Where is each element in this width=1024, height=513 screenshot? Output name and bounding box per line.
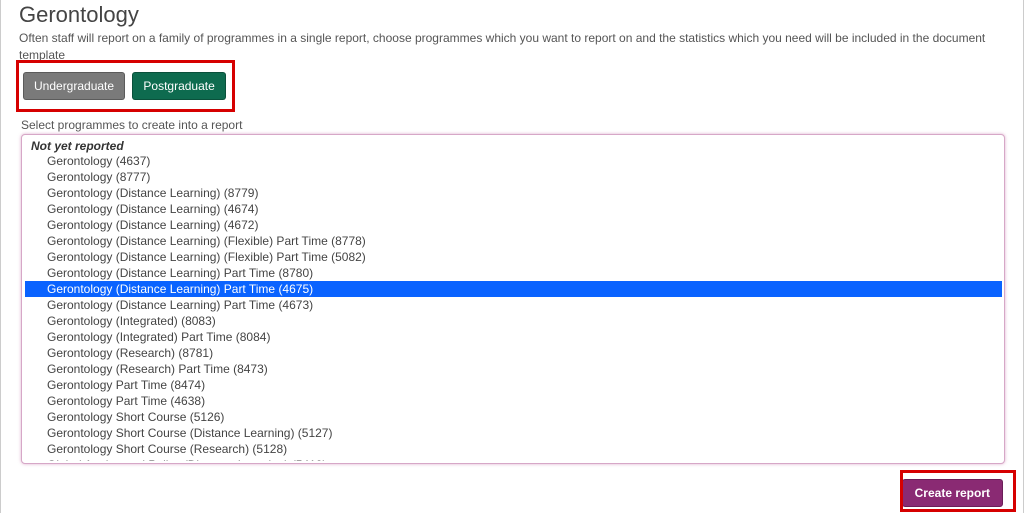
postgraduate-button[interactable]: Postgraduate bbox=[132, 72, 225, 100]
programme-option[interactable]: Gerontology (Distance Learning) (8779) bbox=[25, 185, 1002, 201]
programme-option[interactable]: Gerontology (Distance Learning) (Flexibl… bbox=[25, 249, 1002, 265]
programme-option[interactable]: Global Ageing and Policy (Distance Learn… bbox=[25, 457, 1002, 461]
programme-option[interactable]: Gerontology (Integrated) Part Time (8084… bbox=[25, 329, 1002, 345]
programme-option[interactable]: Gerontology (Integrated) (8083) bbox=[25, 313, 1002, 329]
page-title: Gerontology bbox=[19, 0, 1005, 28]
programme-listbox-scroll[interactable]: Not yet reported Gerontology (4637)Geron… bbox=[25, 137, 1002, 461]
programme-option[interactable]: Gerontology (Research) (8781) bbox=[25, 345, 1002, 361]
undergraduate-button[interactable]: Undergraduate bbox=[23, 72, 125, 100]
programme-option[interactable]: Gerontology Short Course (Research) (512… bbox=[25, 441, 1002, 457]
programme-option[interactable]: Gerontology (8777) bbox=[25, 169, 1002, 185]
page-root: Gerontology Often staff will report on a… bbox=[0, 0, 1024, 513]
programme-option[interactable]: Gerontology Part Time (4638) bbox=[25, 393, 1002, 409]
create-report-button[interactable]: Create report bbox=[902, 479, 1003, 507]
programme-option[interactable]: Gerontology (Distance Learning) Part Tim… bbox=[25, 265, 1002, 281]
option-group-label: Not yet reported bbox=[25, 137, 1002, 153]
programme-option[interactable]: Gerontology (Distance Learning) (4674) bbox=[25, 201, 1002, 217]
programme-listbox[interactable]: Not yet reported Gerontology (4637)Geron… bbox=[21, 134, 1005, 464]
footer-actions: Create report bbox=[902, 479, 1007, 507]
programme-option[interactable]: Gerontology (4637) bbox=[25, 153, 1002, 169]
programme-option[interactable]: Gerontology (Distance Learning) Part Tim… bbox=[25, 297, 1002, 313]
programme-option[interactable]: Gerontology (Distance Learning) (Flexibl… bbox=[25, 233, 1002, 249]
programme-option[interactable]: Gerontology Part Time (8474) bbox=[25, 377, 1002, 393]
programme-option[interactable]: Gerontology (Research) Part Time (8473) bbox=[25, 361, 1002, 377]
programme-option[interactable]: Gerontology (Distance Learning) (4672) bbox=[25, 217, 1002, 233]
programme-option[interactable]: Gerontology (Distance Learning) Part Tim… bbox=[25, 281, 1002, 297]
programme-select-label: Select programmes to create into a repor… bbox=[21, 118, 242, 132]
programme-option[interactable]: Gerontology Short Course (5126) bbox=[25, 409, 1002, 425]
programme-option[interactable]: Gerontology Short Course (Distance Learn… bbox=[25, 425, 1002, 441]
page-subtitle: Often staff will report on a family of p… bbox=[19, 30, 1005, 64]
filter-button-row: Undergraduate Postgraduate bbox=[23, 72, 230, 100]
